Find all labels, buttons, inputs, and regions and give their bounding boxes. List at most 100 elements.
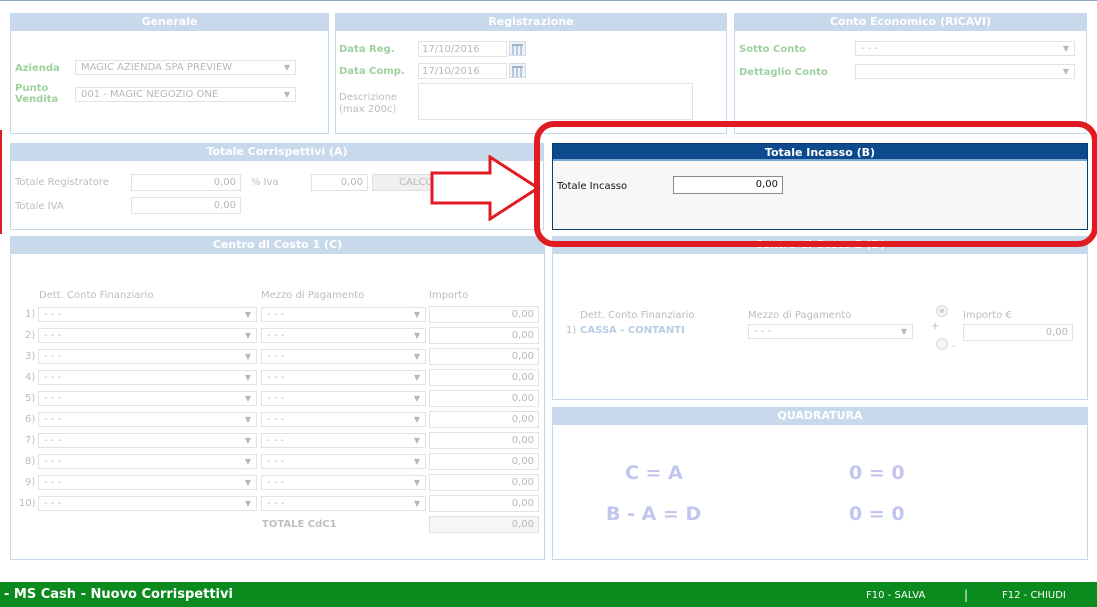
cdc1-importo-input[interactable]: 0,00 [429,327,539,344]
cdc1-mezzo-value: - - - [267,414,285,425]
data-comp-input[interactable]: 17/10/2016 [418,63,507,79]
cdc1-mezzo-value: - - - [267,435,285,446]
cdc1-conto-select[interactable]: - - - ▼ [38,454,257,469]
cdc2-mezzo-select[interactable]: - - - ▼ [748,324,913,339]
cdc1-mezzo-select[interactable]: - - - ▼ [261,391,426,406]
chevron-down-icon: ▼ [244,352,251,361]
cdc2-row-number: 1) [566,325,577,336]
cdc1-importo-input[interactable]: 0,00 [429,495,539,512]
quadratura-panel: QUADRATURA C = A 0 = 0 B - A = D 0 = 0 [552,407,1088,560]
totale-registratore-input[interactable]: 0,00 [131,174,241,191]
chevron-down-icon: ▼ [283,90,290,99]
chevron-down-icon: ▼ [413,457,420,466]
cdc1-mezzo-select[interactable]: - - - ▼ [261,349,426,364]
centro-costo-1-title: Centro di Costo 1 (C) [11,237,544,254]
cdc1-mezzo-select[interactable]: - - - ▼ [261,412,426,427]
cdc1-importo-input[interactable]: 0,00 [429,390,539,407]
data-comp-label: Data Comp. [339,66,405,77]
sotto-conto-value: - - - [861,43,879,54]
cdc1-mezzo-value: - - - [267,330,285,341]
dettaglio-conto-select[interactable]: ▼ [855,64,1075,79]
shortcut-separator: | [964,588,969,602]
chevron-down-icon: ▼ [413,499,420,508]
col-mezzo-header: Mezzo di Pagamento [261,290,365,301]
chevron-down-icon: ▼ [244,415,251,424]
cdc1-conto-select[interactable]: - - - ▼ [38,370,257,385]
col-conto-header: Dett. Conto Finanziario [39,290,154,301]
cdc1-conto-select[interactable]: - - - ▼ [38,412,257,427]
cdc1-mezzo-value: - - - [267,393,285,404]
cdc1-mezzo-select[interactable]: - - - ▼ [261,307,426,322]
calendar-icon[interactable] [509,41,526,56]
plus-radio[interactable] [936,305,948,317]
cdc1-conto-select[interactable]: - - - ▼ [38,328,257,343]
azienda-select[interactable]: MAGIC AZIENDA SPA PREVIEW ▼ [75,60,296,75]
conto-economico-panel: Conto Economico (RICAVI) Sotto Conto - -… [734,13,1087,134]
cdc1-conto-select[interactable]: - - - ▼ [38,391,257,406]
totale-cdc1-label: TOTALE CdC1 [262,519,337,530]
cdc2-importo-input[interactable]: 0,00 [963,324,1073,341]
cdc1-mezzo-value: - - - [267,309,285,320]
data-reg-label: Data Reg. [339,44,395,55]
punto-vendita-select[interactable]: 001 - MAGIC NEGOZIO ONE ▼ [75,87,296,102]
chiudi-shortcut[interactable]: F12 - CHIUDI [1002,590,1066,601]
iva-pct-input[interactable]: 0,00 [311,174,368,191]
cdc1-mezzo-select[interactable]: - - - ▼ [261,475,426,490]
top-border [0,0,1097,1]
chevron-down-icon: ▼ [244,436,251,445]
quadratura-line2-left: B - A = D [606,503,702,525]
centro-costo-2-panel: Centro di Costo 2 (D) Dett. Conto Finanz… [552,236,1088,400]
cdc1-importo-input[interactable]: 0,00 [429,369,539,386]
cdc1-mezzo-select[interactable]: - - - ▼ [261,370,426,385]
data-reg-input[interactable]: 17/10/2016 [418,41,507,57]
chevron-down-icon: ▼ [900,327,907,336]
cdc1-conto-value: - - - [44,498,62,509]
cdc1-row-number: 1) [25,309,36,320]
cdc1-importo-input[interactable]: 0,00 [429,453,539,470]
salva-shortcut[interactable]: F10 - SALVA [866,590,925,601]
cdc1-mezzo-select[interactable]: - - - ▼ [261,433,426,448]
cdc1-conto-select[interactable]: - - - ▼ [38,475,257,490]
cdc1-importo-input[interactable]: 0,00 [429,474,539,491]
cdc1-importo-input[interactable]: 0,00 [429,348,539,365]
descrizione-textarea[interactable] [418,83,693,120]
cdc2-mezzo-value: - - - [754,326,772,337]
cdc1-mezzo-select[interactable]: - - - ▼ [261,496,426,511]
chevron-down-icon: ▼ [413,373,420,382]
cdc2-col-mezzo: Mezzo di Pagamento [748,310,852,321]
conto-economico-title: Conto Economico (RICAVI) [735,14,1086,31]
cdc1-mezzo-value: - - - [267,498,285,509]
chevron-down-icon: ▼ [413,352,420,361]
cdc1-conto-value: - - - [44,456,62,467]
quadratura-title: QUADRATURA [553,408,1087,425]
cdc1-importo-input[interactable]: 0,00 [429,432,539,449]
minus-label: - [952,341,956,352]
chevron-down-icon: ▼ [413,310,420,319]
sotto-conto-select[interactable]: - - - ▼ [855,41,1075,56]
cdc1-conto-value: - - - [44,414,62,425]
cdc1-conto-value: - - - [44,309,62,320]
cdc1-conto-select[interactable]: - - - ▼ [38,496,257,511]
cdc2-row-conto: CASSA - CONTANTI [580,325,685,336]
corrispettivi-window: Generale Azienda MAGIC AZIENDA SPA PREVI… [0,0,1097,607]
calcola-button[interactable]: CALCOLA [372,174,434,191]
cdc1-conto-select[interactable]: - - - ▼ [38,349,257,364]
cdc1-conto-select[interactable]: - - - ▼ [38,433,257,448]
cdc1-importo-input[interactable]: 0,00 [429,411,539,428]
quadratura-line1-right: 0 = 0 [849,462,905,484]
cdc1-conto-value: - - - [44,435,62,446]
quadratura-line2-right: 0 = 0 [849,503,905,525]
calendar-icon[interactable] [509,63,526,78]
registrazione-panel: Registrazione Data Reg. 17/10/2016 Data … [335,13,727,134]
totale-iva-input[interactable]: 0,00 [131,197,241,214]
chevron-down-icon: ▼ [413,436,420,445]
cdc1-conto-select[interactable]: - - - ▼ [38,307,257,322]
chevron-down-icon: ▼ [413,331,420,340]
cdc1-importo-input[interactable]: 0,00 [429,306,539,323]
cdc1-mezzo-select[interactable]: - - - ▼ [261,328,426,343]
registrazione-title: Registrazione [336,14,726,31]
cdc1-conto-value: - - - [44,351,62,362]
chevron-down-icon: ▼ [1062,44,1069,53]
minus-radio[interactable] [936,338,948,350]
cdc1-mezzo-select[interactable]: - - - ▼ [261,454,426,469]
